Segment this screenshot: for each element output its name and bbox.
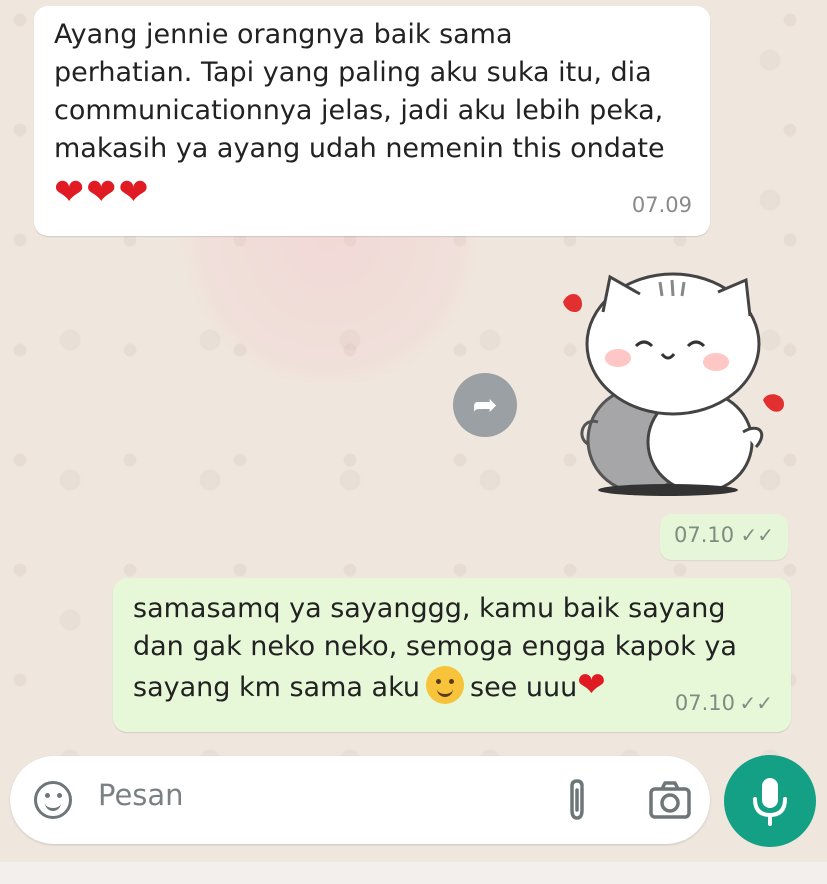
sticker-time-chip: 07.10 ✓✓ <box>660 514 788 560</box>
camera-icon[interactable] <box>648 780 692 820</box>
outgoing-line-3: sayang km sama aku see uuu❤ <box>133 666 693 707</box>
heart-emoji-row: ❤❤❤ <box>54 172 151 213</box>
incoming-message-time: 07.09 <box>631 193 692 217</box>
outgoing-line-3-prefix: sayang km sama aku <box>133 672 420 703</box>
heart-emoji: ❤ <box>577 665 606 705</box>
forward-icon: ➦ <box>472 387 498 423</box>
outgoing-line-1: samasamq ya sayanggg, kamu baik sayang <box>133 593 726 624</box>
message-input-bar[interactable]: Pesan <box>10 756 710 844</box>
outgoing-line-2: dan gak neko neko, semoga engga kapok ya <box>133 631 737 662</box>
message-input[interactable]: Pesan <box>98 778 184 812</box>
incoming-message-bubble[interactable]: Ayang jennie orangnya baik sama perhatia… <box>34 6 710 236</box>
voice-record-button[interactable] <box>724 755 816 847</box>
outgoing-message-bubble[interactable]: samasamq ya sayanggg, kamu baik sayang d… <box>113 578 791 732</box>
read-ticks-icon: ✓✓ <box>739 691 773 715</box>
outgoing-message-text: samasamq ya sayanggg, kamu baik sayang d… <box>133 590 737 707</box>
paperclip-icon[interactable] <box>562 778 592 822</box>
sticker-image <box>563 272 784 496</box>
cat-hug-sticker[interactable] <box>548 272 793 502</box>
smiling-face-with-hearts-emoji <box>426 666 464 704</box>
incoming-message-text: Ayang jennie orangnya baik sama perhatia… <box>54 19 665 164</box>
emoji-icon[interactable] <box>34 781 72 819</box>
bottom-strip <box>0 862 827 884</box>
outgoing-message-time: 07.10 <box>674 691 735 715</box>
sticker-time: 07.10 <box>674 523 735 547</box>
forward-button[interactable]: ➦ <box>453 373 517 437</box>
mic-icon <box>753 778 787 826</box>
outgoing-line-3-suffix: see uuu <box>470 672 578 703</box>
read-ticks-icon: ✓✓ <box>740 523 774 547</box>
